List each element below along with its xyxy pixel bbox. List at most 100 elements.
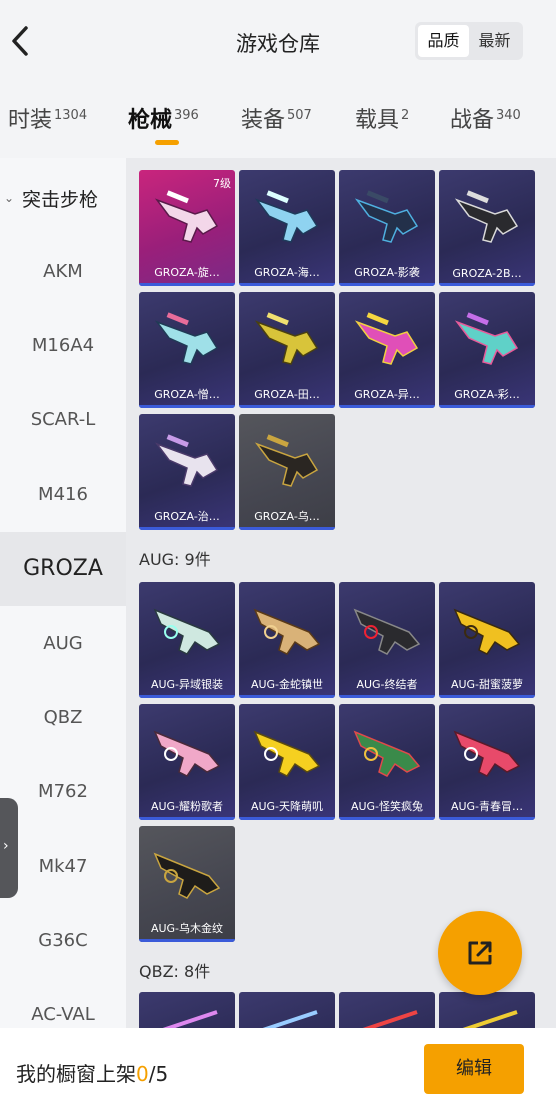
skin-card[interactable]: GROZA-影袭 [339,170,435,286]
skin-name: GROZA-乌… [254,510,320,523]
tab-vehicles[interactable]: 载具 2 [355,102,409,134]
section-title-aug: AUG: 9件 [139,550,211,569]
rarity-bar [339,695,435,698]
active-tab-indicator [155,140,179,145]
rarity-bar [439,817,535,820]
tab-count: 340 [496,107,521,123]
gun-icon [253,608,321,655]
weapon-sidebar: ⌄ 突击步枪 AKM M16A4 SCAR-L M416 GROZA AUG Q… [0,158,126,1028]
skin-card[interactable]: AUG-乌木金纹 [139,826,235,942]
sidebar-item-mk47[interactable]: Mk47 [0,830,126,904]
gun-icon [454,190,519,243]
skin-card[interactable] [139,992,235,1028]
skin-name: GROZA-旋… [154,266,220,279]
skin-card[interactable]: AUG-金蛇镇世 [239,582,335,698]
gun-icon [353,730,421,777]
skin-card[interactable]: GROZA-彩… [439,292,535,408]
rarity-bar [239,405,335,408]
chevron-down-icon: ⌄ [4,191,15,205]
skin-card[interactable]: 7级 GROZA-旋… [139,170,235,286]
rarity-bar [139,283,235,286]
sidebar-item-g36c[interactable]: G36C [0,904,126,978]
sidebar-item-scar-l[interactable]: SCAR-L [0,383,126,457]
rarity-bar [339,405,435,408]
tab-count: 2 [401,107,410,123]
skin-card[interactable]: GROZA-憎… [139,292,235,408]
skin-card[interactable] [239,992,335,1028]
gun-icon [454,312,519,365]
skin-name: AUG-乌木金纹 [150,922,224,935]
sidebar-item-m416[interactable]: M416 [0,458,126,532]
skin-card[interactable]: AUG-终结者 [339,582,435,698]
tab-guns[interactable]: 枪械 396 [128,102,199,134]
tab-gear[interactable]: 装备 507 [241,102,312,134]
tab-count: 507 [287,107,312,123]
gun-icon [353,608,421,655]
sidebar-item-m16a4[interactable]: M16A4 [0,309,126,383]
skin-name: AUG-金蛇镇世 [250,678,324,691]
skin-card[interactable]: AUG-耀粉歌者 [139,704,235,820]
tab-count: 1304 [54,107,88,123]
skin-name: AUG-耀粉歌者 [150,800,224,813]
skin-card[interactable]: GROZA-海… [239,170,335,286]
sidebar-item-qbz[interactable]: QBZ [0,681,126,755]
rarity-bar [139,695,235,698]
rarity-bar [139,817,235,820]
chevron-right-icon: › [3,838,9,854]
rarity-bar [439,405,535,408]
tab-label: 装备 [241,108,286,133]
gun-icon [254,312,319,365]
sort-toggle: 品质 最新 [415,22,523,60]
skin-name: GROZA-2B… [452,267,522,280]
rarity-bar [439,283,535,286]
section-title-qbz: QBZ: 8件 [139,962,211,981]
skin-name: GROZA-憎… [154,388,220,401]
skin-card[interactable]: GROZA-治… [139,414,235,530]
skin-card[interactable]: AUG-天降萌叽 [239,704,335,820]
showcase-title: 我的橱窗上架 [16,1062,136,1086]
gun-icon [154,312,219,365]
share-out-icon [468,941,492,965]
tab-label: 战备 [450,108,495,133]
sidebar-item-aug[interactable]: AUG [0,607,126,681]
skin-name: AUG-异域银装 [150,678,224,691]
sidebar-item-ac-val[interactable]: AC-VAL [0,978,126,1028]
gun-icon [262,1010,318,1028]
skin-card[interactable]: GROZA-田… [239,292,335,408]
sidebar-item-groza[interactable]: GROZA [0,532,126,606]
skin-name: AUG-怪笑疯兔 [350,800,424,813]
skin-name: AUG-青春冒… [450,800,524,813]
skin-name: GROZA-治… [154,510,220,523]
gun-icon [254,434,319,487]
skin-card[interactable]: AUG-怪笑疯兔 [339,704,435,820]
sort-option-quality[interactable]: 品质 [418,25,469,57]
tab-fashion[interactable]: 时装 1304 [8,102,87,134]
gun-icon [254,190,319,243]
skin-card[interactable]: GROZA-异… [339,292,435,408]
side-drawer-handle[interactable]: › [0,798,18,898]
sort-option-newest[interactable]: 最新 [469,25,520,57]
sidebar-item-m762[interactable]: M762 [0,755,126,829]
rarity-bar [239,695,335,698]
share-button[interactable] [438,911,522,995]
sidebar-item-akm[interactable]: AKM [0,235,126,309]
skin-card[interactable]: AUG-甜蜜菠萝 [439,582,535,698]
skin-card[interactable]: AUG-青春冒… [439,704,535,820]
rarity-bar [139,405,235,408]
skin-card[interactable]: GROZA-乌… [239,414,335,530]
skin-name: GROZA-田… [254,388,320,401]
sidebar-group-assault-rifles[interactable]: ⌄ 突击步枪 [0,178,126,218]
skin-card[interactable] [439,992,535,1028]
rarity-bar [439,695,535,698]
gun-icon [453,730,521,777]
header-bar: 游戏仓库 品质 最新 [0,0,556,84]
skin-card[interactable]: AUG-异域银装 [139,582,235,698]
gun-icon [362,1010,418,1028]
skin-card[interactable]: GROZA-2B… [439,170,535,286]
gun-icon [154,434,219,487]
tab-supplies[interactable]: 战备 340 [450,102,521,134]
edit-button[interactable]: 编辑 [424,1044,524,1094]
showcase-label: 我的橱窗上架0/5 [16,1058,168,1087]
skin-card[interactable] [339,992,435,1028]
skin-name: GROZA-海… [254,266,320,279]
